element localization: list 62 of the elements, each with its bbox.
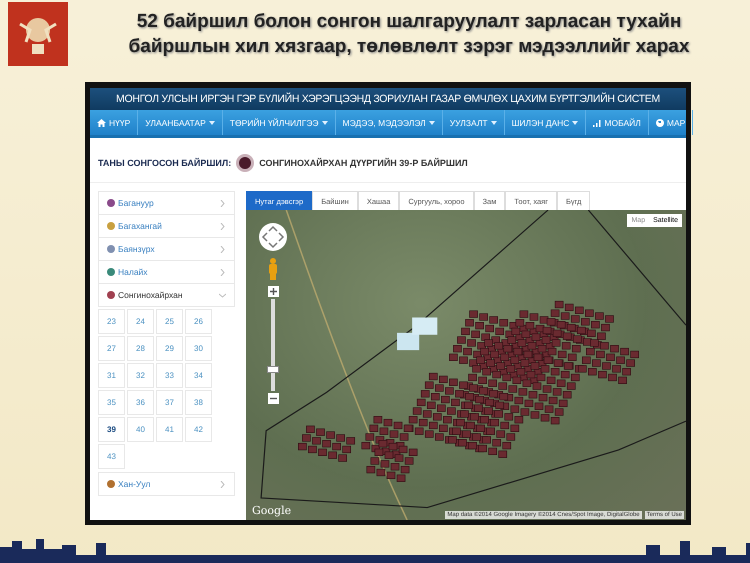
caret-icon <box>208 120 215 124</box>
location-number[interactable]: 41 <box>156 417 183 442</box>
caret-icon <box>322 120 328 124</box>
home-icon <box>97 118 106 126</box>
location-number[interactable]: 26 <box>185 309 212 334</box>
chevron-icon <box>219 200 226 206</box>
location-number[interactable]: 34 <box>185 363 212 388</box>
chevron-icon <box>219 292 226 298</box>
district-emblem-icon <box>236 154 254 172</box>
location-number[interactable]: 27 <box>98 336 125 361</box>
chevron-icon <box>219 268 226 276</box>
caret-icon <box>490 120 497 124</box>
nav-item[interactable]: НҮҮР <box>90 110 138 135</box>
district-item[interactable]: Багануур <box>98 191 235 215</box>
nav-item[interactable]: МЭДЭЭ, МЭДЭЭЛЭЛ <box>336 110 443 135</box>
district-item[interactable]: Баянзүрх <box>98 237 235 261</box>
location-number[interactable]: 30 <box>185 336 212 361</box>
location-number[interactable]: 40 <box>127 417 154 442</box>
location-label: ТАНЫ СОНГОСОН БАЙРШИЛ: <box>98 158 232 168</box>
location-number[interactable]: 32 <box>127 363 154 388</box>
plus-icon <box>270 288 276 295</box>
caret-icon <box>428 120 435 124</box>
pan-control-icon[interactable] <box>258 222 288 252</box>
location-number[interactable]: 42 <box>185 417 212 442</box>
district-item[interactable]: Налайх <box>98 260 235 284</box>
nav-item[interactable]: УУЛЗАЛТ <box>442 110 505 135</box>
site-title: МОНГОЛ УЛСЫН ИРГЭН ГЭР БҮЛИЙН ХЭРЭГЦЭЭНД ЗОРИУЛАН ГАЗАР ӨМЧЛӨХ ЦАХИМ БҮРТГЭЛИЙН СИСТЕМ <box>116 93 660 105</box>
district-item[interactable]: Сонгинохайрхан <box>98 283 235 307</box>
location-number[interactable]: 43 <box>98 444 125 469</box>
location-number[interactable]: 29 <box>156 336 183 361</box>
google-logo: Google <box>252 504 292 517</box>
location-number[interactable]: 36 <box>127 390 154 415</box>
signal-bars-icon <box>593 118 602 126</box>
zoom-out-button[interactable] <box>268 393 278 404</box>
chevron-icon <box>219 480 226 488</box>
nav-item[interactable]: ШИЛЭН ДАНС <box>504 110 586 135</box>
globe-icon <box>656 118 664 126</box>
location-number[interactable]: 37 <box>156 390 183 415</box>
nav-item[interactable]: УЛААНБААТАР <box>138 110 223 135</box>
nav-item[interactable]: МАР <box>648 110 694 135</box>
location-value: СОНГИНОХАЙРХАН ДҮҮРГИЙН 39-Р БАЙРШИЛ <box>259 158 468 168</box>
location-number[interactable]: 28 <box>127 336 154 361</box>
district-item[interactable]: Багахангай <box>98 214 235 238</box>
location-number[interactable]: 35 <box>98 390 125 415</box>
chevron-icon <box>219 246 226 252</box>
location-number[interactable]: 33 <box>156 363 183 388</box>
location-number[interactable]: 25 <box>156 309 183 334</box>
minus-icon <box>270 395 276 402</box>
caret-icon <box>572 120 578 124</box>
location-number[interactable]: 23 <box>98 309 125 334</box>
district-item[interactable]: Хан-Уул <box>98 472 235 496</box>
zoom-in-button[interactable] <box>268 286 278 297</box>
location-number[interactable]: 24 <box>127 309 154 334</box>
emblem-logo <box>8 2 68 66</box>
location-number[interactable]: 31 <box>98 363 125 388</box>
location-number[interactable]: 38 <box>185 390 212 415</box>
nav-item[interactable]: МОБАЙЛ <box>586 110 649 135</box>
zoom-slider-thumb[interactable] <box>267 366 279 373</box>
nav-item[interactable]: ТӨРИЙН ҮЙЛЧИЛГЭЭ <box>222 110 336 135</box>
location-number[interactable]: 39 <box>98 417 125 442</box>
slide-title: 52 байршил болон сонгон шалгаруулалт зарласан тухайн байршлын хил хязгаар, төлөвлөлт зэрэг мэдээллийг харах <box>128 10 690 59</box>
chevron-icon <box>219 222 226 230</box>
